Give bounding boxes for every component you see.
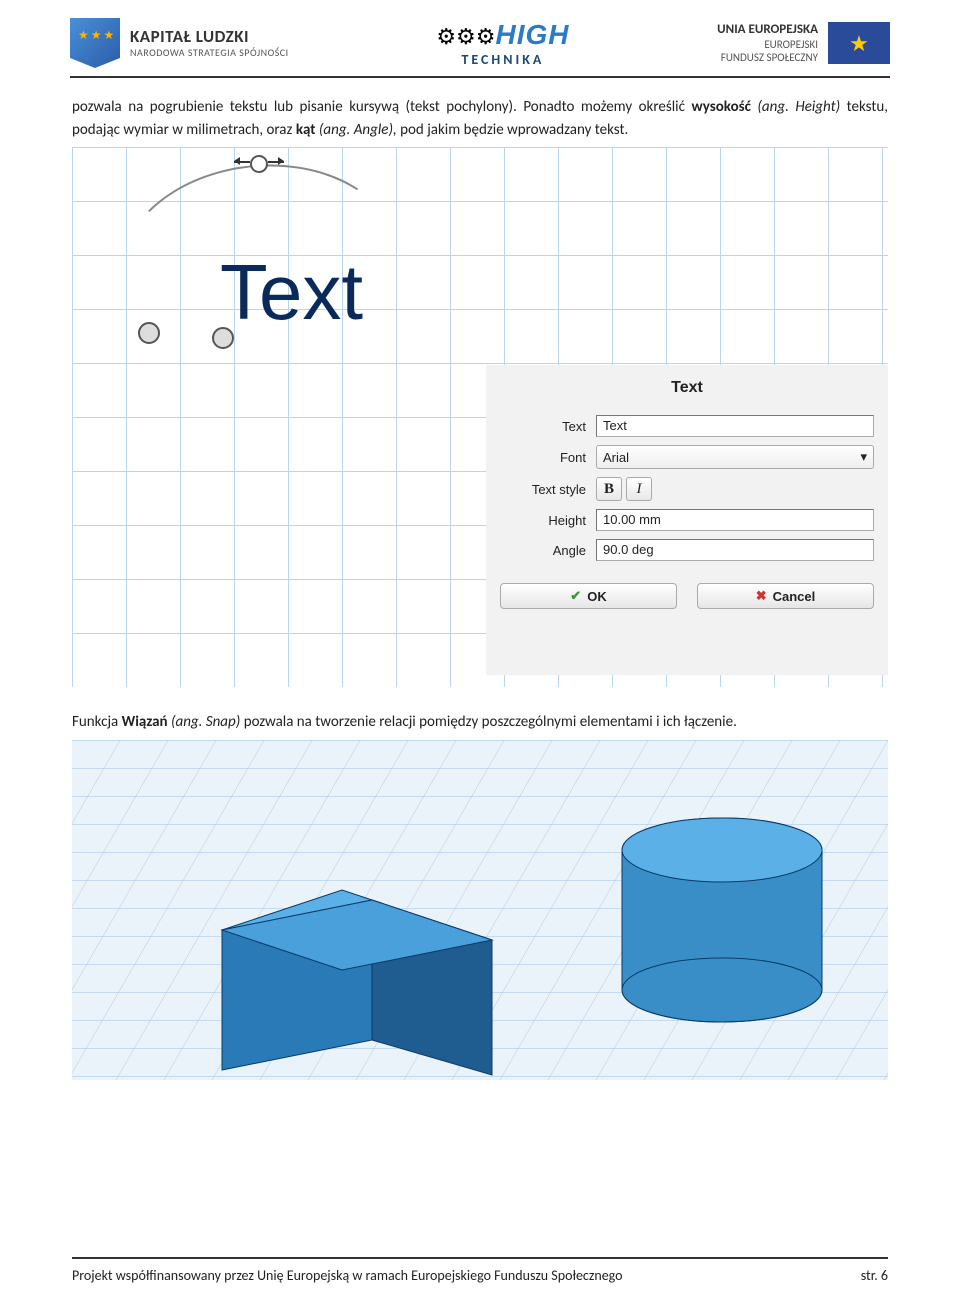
figure-snap-shapes (72, 740, 888, 1080)
eu-line1: UNIA EUROPEJSKA (717, 22, 818, 38)
eu-logo-block: UNIA EUROPEJSKA EUROPEJSKI FUNDUSZ SPOŁE… (717, 22, 890, 64)
page-content: pozwala na pogrubienie tekstu lub pisani… (0, 96, 960, 1080)
label-textstyle: Text style (486, 482, 586, 497)
input-angle[interactable]: 90.0 deg (596, 539, 874, 561)
cancel-button[interactable]: ✖Cancel (697, 583, 874, 609)
input-text[interactable]: Text (596, 415, 874, 437)
kl-star-icon (70, 18, 120, 68)
handle-dot-icon (138, 322, 160, 344)
page-header: KAPITAŁ LUDZKI NARODOWA STRATEGIA SPÓJNO… (0, 0, 960, 76)
eu-line2: EUROPEJSKI (717, 38, 818, 51)
panel-title: Text (486, 365, 888, 411)
rotation-handle (250, 155, 268, 173)
label-height: Height (486, 513, 586, 528)
select-font[interactable]: Arial ▾ (596, 445, 874, 469)
input-height[interactable]: 10.00 mm (596, 509, 874, 531)
eu-line3: FUNDUSZ SPOŁECZNY (717, 51, 818, 64)
bold-button[interactable]: B (596, 477, 622, 501)
kapital-ludzki-logo: KAPITAŁ LUDZKI NARODOWA STRATEGIA SPÓJNO… (70, 18, 289, 68)
paragraph-2: Funkcja Wiązań (ang. Snap) pozwala na tw… (72, 711, 888, 734)
label-angle: Angle (486, 543, 586, 558)
italic-button[interactable]: I (626, 477, 652, 501)
page-footer: Projekt współfinansowany przez Unię Euro… (0, 1257, 960, 1284)
gears-icon: ⚙⚙⚙ (436, 23, 495, 50)
kl-title: KAPITAŁ LUDZKI (130, 28, 289, 47)
page-number: str. 6 (861, 1267, 888, 1284)
footer-rule (72, 1257, 888, 1259)
header-rule (70, 76, 890, 78)
ht-bottom: TECHNIKA (461, 51, 544, 68)
close-icon: ✖ (756, 588, 767, 604)
label-font: Font (486, 450, 586, 465)
label-text: Text (486, 419, 586, 434)
cylinder-shape (622, 818, 822, 1022)
sample-text: Text (220, 247, 363, 338)
text-properties-panel: Text Text Text Font Arial ▾ Text style B… (486, 365, 888, 675)
figure-text-tool: Text Text Text Text Font Arial ▾ Text st… (72, 147, 888, 687)
ok-button[interactable]: ✔OK (500, 583, 677, 609)
eu-flag-icon: ★ (828, 22, 890, 64)
check-icon: ✔ (570, 588, 581, 604)
chevron-down-icon: ▾ (860, 449, 867, 465)
shapes-svg (72, 740, 888, 1080)
paragraph-1: pozwala na pogrubienie tekstu lub pisani… (72, 96, 888, 141)
kl-subtitle: NARODOWA STRATEGIA SPÓJNOŚCI (130, 47, 289, 58)
footer-text: Projekt współfinansowany przez Unię Euro… (72, 1267, 623, 1284)
ht-top: HIGH (496, 19, 570, 50)
hightechnika-logo: ⚙⚙⚙HIGH TECHNIKA (436, 19, 569, 68)
